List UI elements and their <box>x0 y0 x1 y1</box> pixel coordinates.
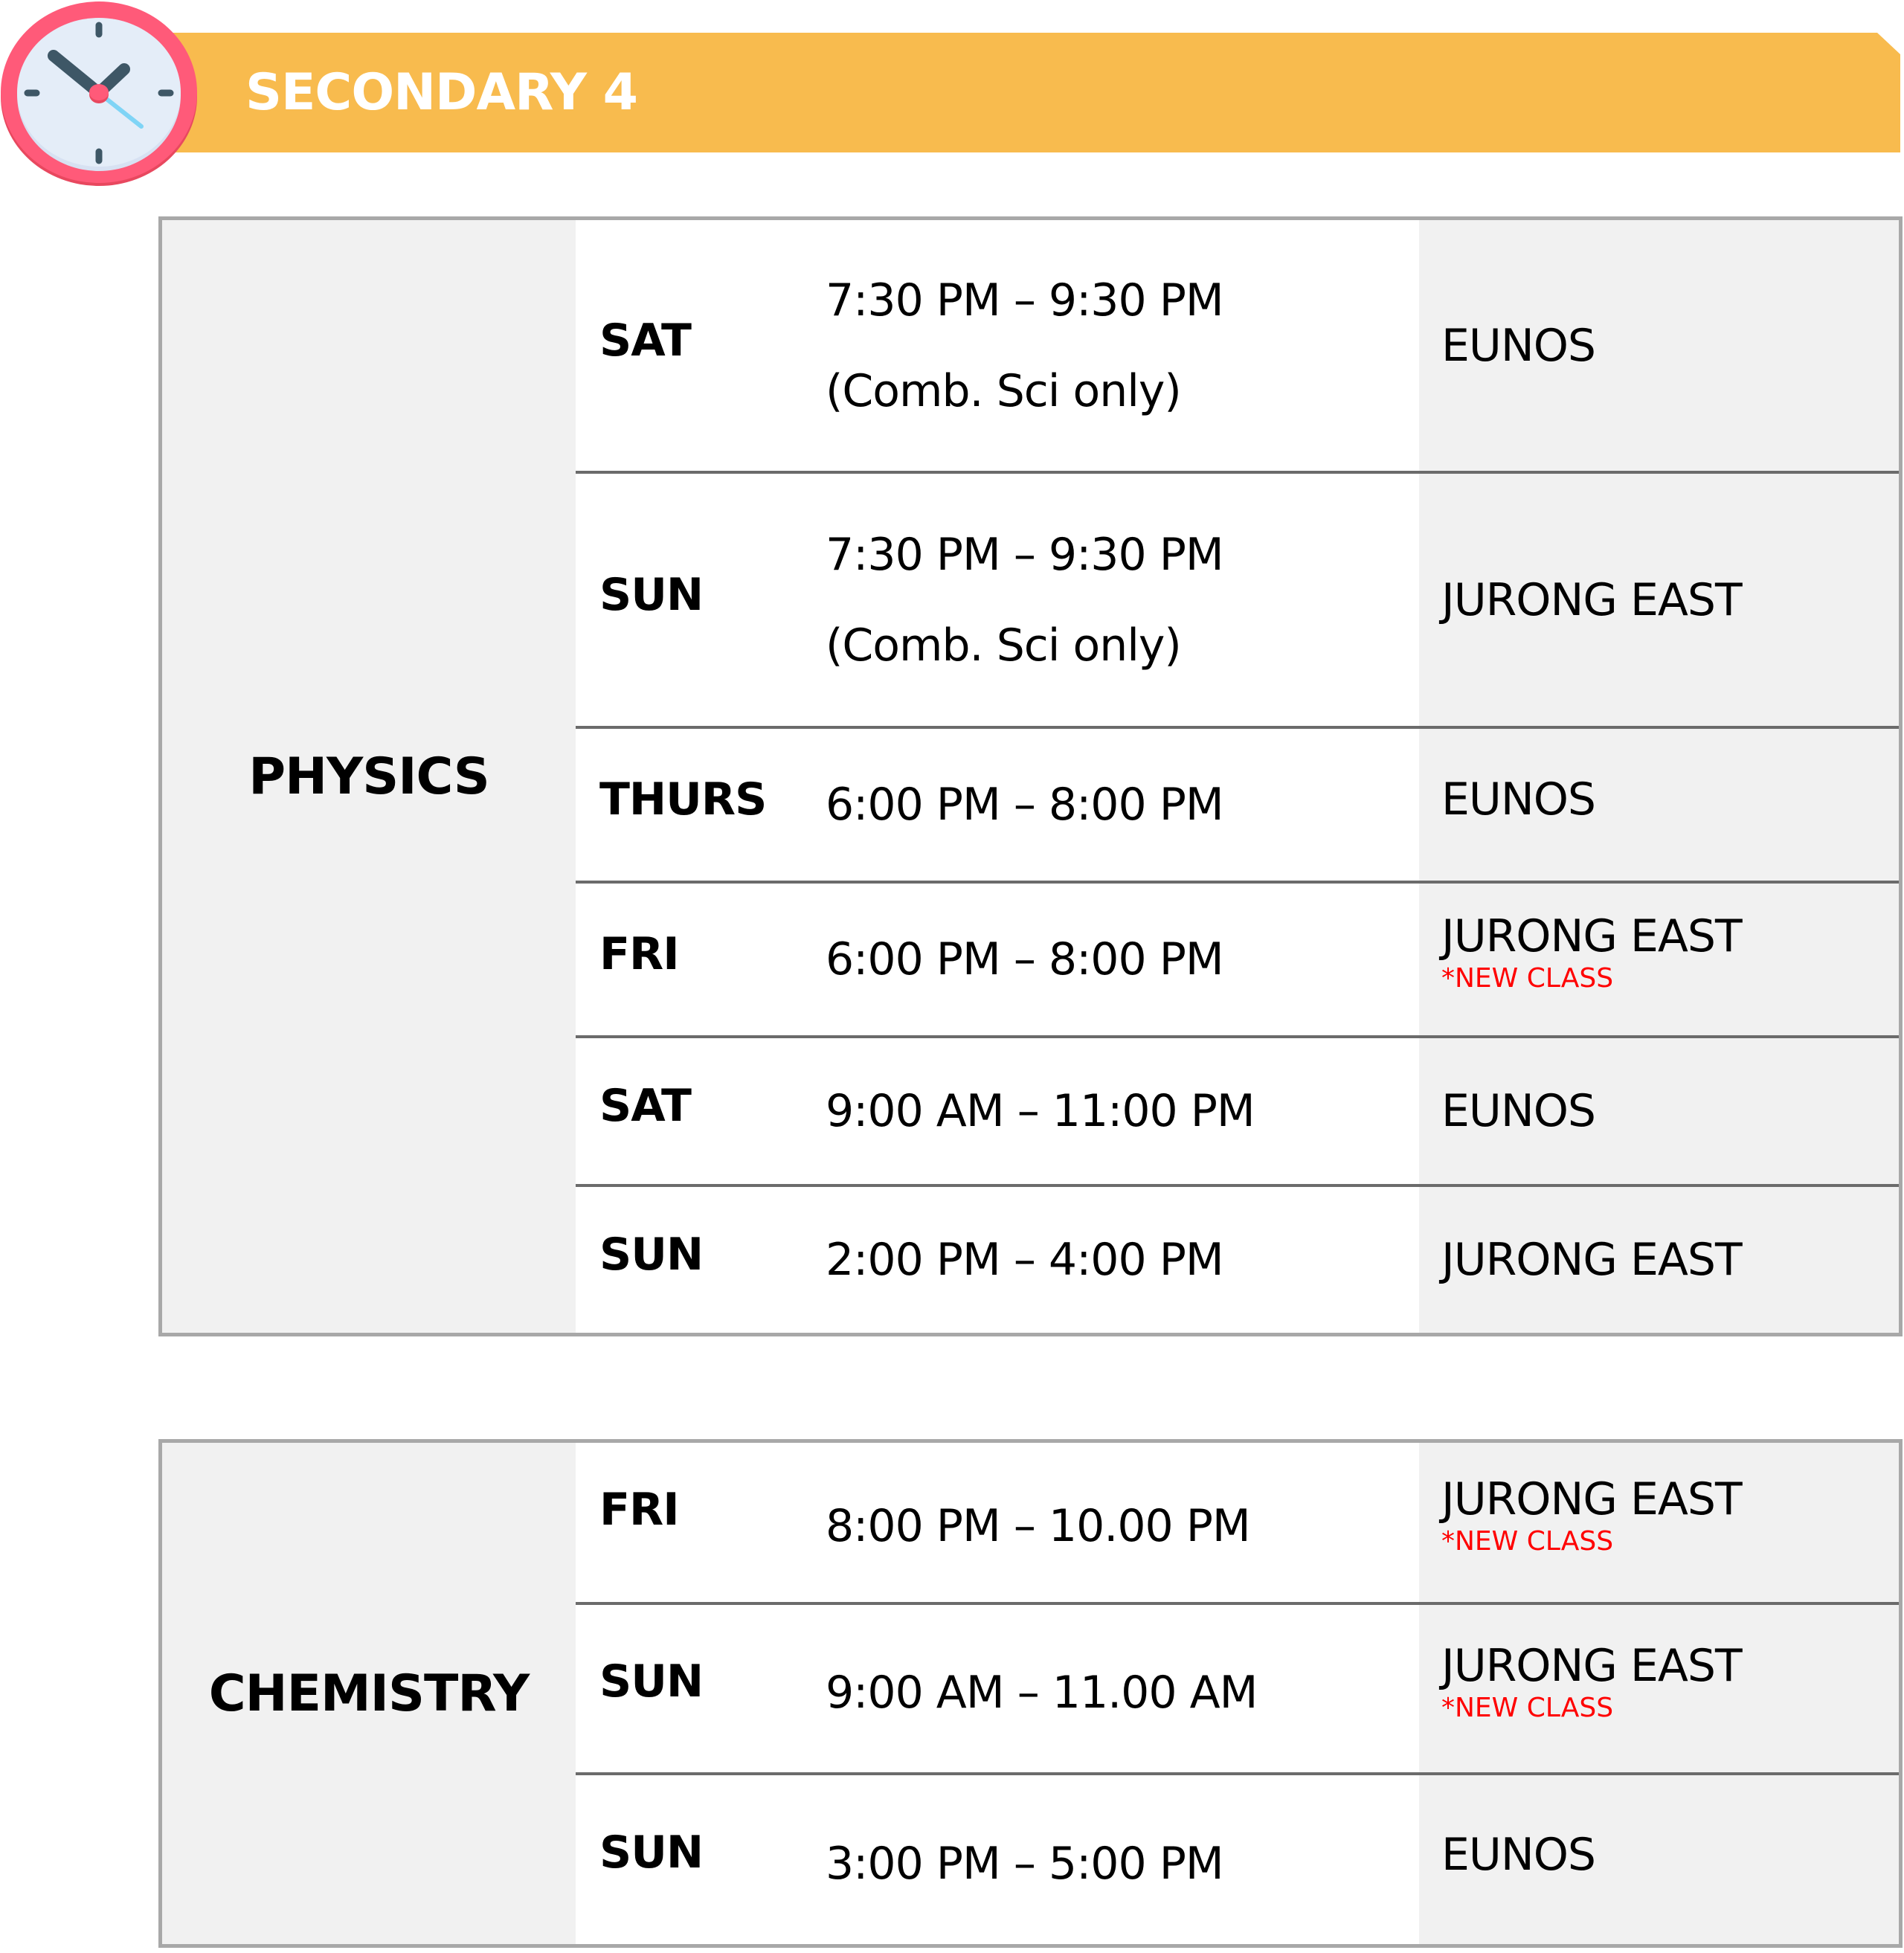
time-range: 9:00 AM – 11:00 PM <box>826 1085 1255 1137</box>
day-cell: SUN <box>576 1775 803 1944</box>
time-cell: 9:00 AM – 11.00 AM <box>803 1605 1419 1775</box>
time-range: 9:00 AM – 11.00 AM <box>826 1666 1258 1719</box>
time-cell: 6:00 PM – 8:00 PM <box>803 884 1419 1038</box>
chemistry-schedule-table: CHEMISTRY FRI 8:00 PM – 10.00 PM JURONG … <box>158 1439 1903 1948</box>
time-range: 7:30 PM – 9:30 PM <box>826 528 1224 581</box>
time-cell: 7:30 PM – 9:30 PM (Comb. Sci only) <box>803 474 1419 729</box>
subject-label: PHYSICS <box>162 220 576 1333</box>
location-name: JURONG EAST <box>1441 1639 1743 1692</box>
day-cell: SAT <box>576 1038 803 1187</box>
time-range: 6:00 PM – 8:00 PM <box>826 779 1224 831</box>
time-range: 8:00 PM – 10.00 PM <box>826 1500 1251 1552</box>
page-title: SECONDARY 4 <box>245 63 637 122</box>
time-note: (Comb. Sci only) <box>826 364 1182 417</box>
location-name: JURONG EAST <box>1441 1473 1743 1525</box>
new-class-note: *NEW CLASS <box>1441 1692 1614 1723</box>
day-cell: THURS <box>576 729 803 884</box>
location-name: EUNOS <box>1441 1828 1596 1881</box>
header-banner: SECONDARY 4 <box>171 33 1900 152</box>
subject-label: CHEMISTRY <box>162 1443 576 1944</box>
day-cell: FRI <box>576 884 803 1038</box>
location-cell: JURONG EAST *NEW CLASS <box>1419 884 1899 1038</box>
time-cell: 6:00 PM – 8:00 PM <box>803 729 1419 884</box>
time-range: 2:00 PM – 4:00 PM <box>826 1234 1224 1286</box>
time-range: 6:00 PM – 8:00 PM <box>826 933 1224 985</box>
location-cell: JURONG EAST *NEW CLASS <box>1419 1443 1899 1605</box>
day-cell: SUN <box>576 1605 803 1775</box>
new-class-note: *NEW CLASS <box>1441 963 1614 994</box>
physics-schedule-table: PHYSICS SAT 7:30 PM – 9:30 PM (Comb. Sci… <box>158 216 1903 1336</box>
time-note: (Comb. Sci only) <box>826 619 1182 672</box>
location-cell: JURONG EAST <box>1419 1187 1899 1333</box>
location-name: EUNOS <box>1441 1085 1596 1137</box>
location-name: JURONG EAST <box>1441 573 1743 626</box>
location-name: EUNOS <box>1441 319 1596 372</box>
day-cell: FRI <box>576 1443 803 1605</box>
clock-icon <box>1 1 197 186</box>
location-cell: JURONG EAST *NEW CLASS <box>1419 1605 1899 1775</box>
time-cell: 2:00 PM – 4:00 PM <box>803 1187 1419 1333</box>
time-cell: 9:00 AM – 11:00 PM <box>803 1038 1419 1187</box>
location-cell: EUNOS <box>1419 220 1899 474</box>
location-name: JURONG EAST <box>1441 1234 1743 1286</box>
location-name: EUNOS <box>1441 773 1596 826</box>
time-cell: 7:30 PM – 9:30 PM (Comb. Sci only) <box>803 220 1419 474</box>
location-cell: JURONG EAST <box>1419 474 1899 729</box>
time-cell: 8:00 PM – 10.00 PM <box>803 1443 1419 1605</box>
time-range: 7:30 PM – 9:30 PM <box>826 274 1224 326</box>
new-class-note: *NEW CLASS <box>1441 1526 1614 1557</box>
day-cell: SUN <box>576 474 803 729</box>
location-cell: EUNOS <box>1419 729 1899 884</box>
location-name: JURONG EAST <box>1441 910 1743 962</box>
location-cell: EUNOS <box>1419 1038 1899 1187</box>
time-range: 3:00 PM – 5:00 PM <box>826 1837 1224 1890</box>
time-cell: 3:00 PM – 5:00 PM <box>803 1775 1419 1944</box>
day-cell: SAT <box>576 220 803 474</box>
location-cell: EUNOS <box>1419 1775 1899 1944</box>
day-cell: SUN <box>576 1187 803 1333</box>
